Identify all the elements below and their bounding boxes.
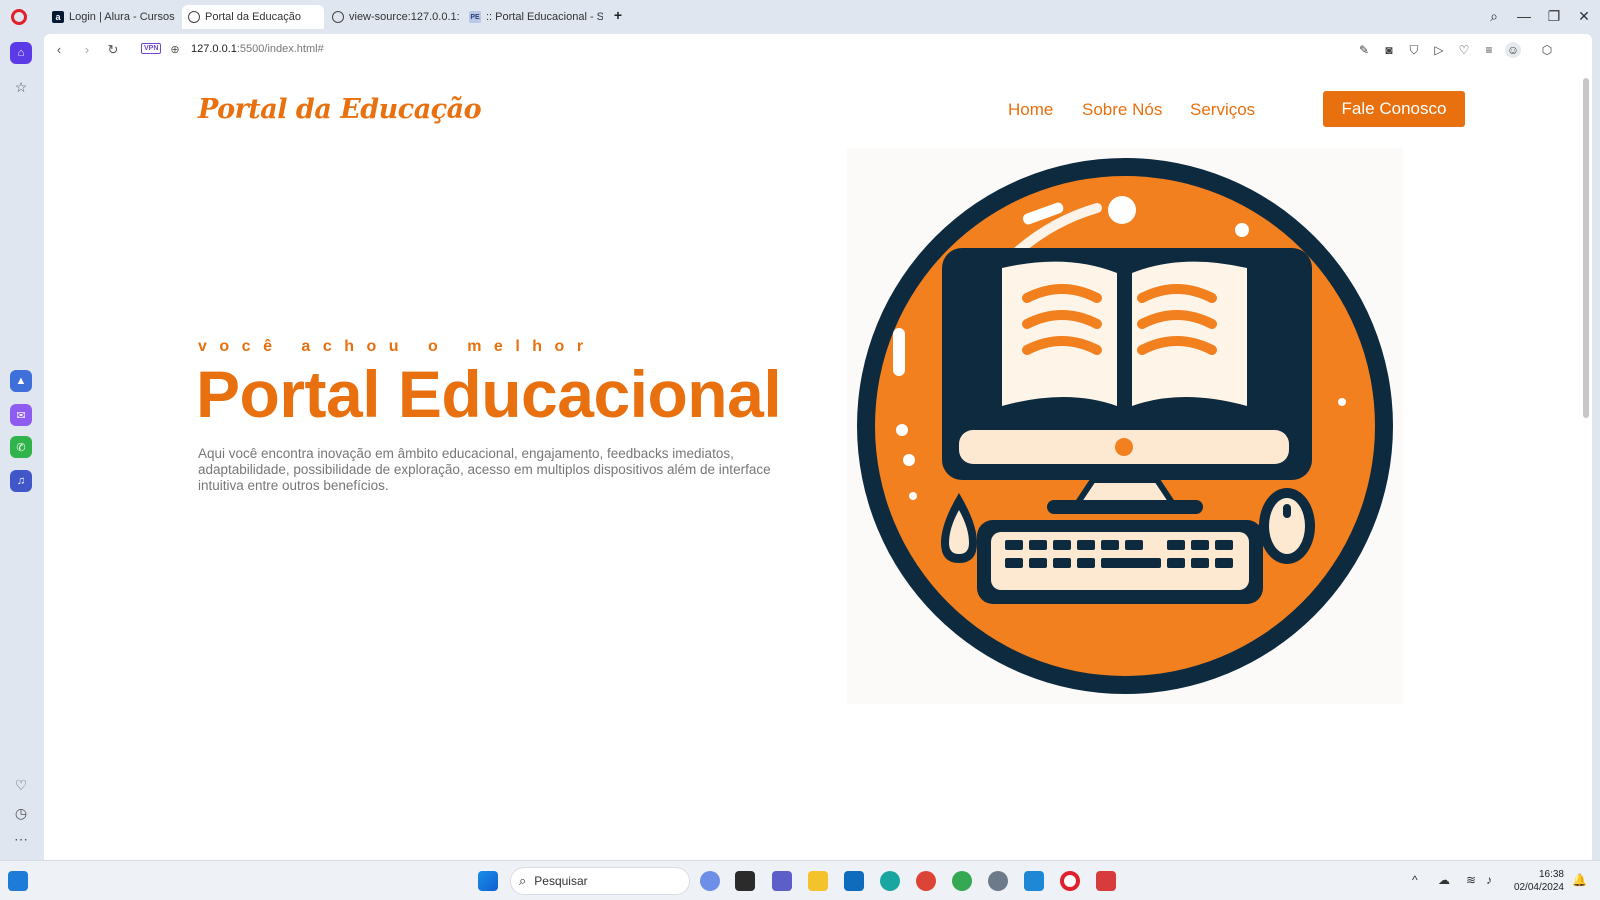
- scrollbar-thumb[interactable]: [1583, 78, 1589, 418]
- new-tab-button[interactable]: +: [611, 8, 625, 22]
- chrome-icon[interactable]: [916, 871, 936, 891]
- aria-icon[interactable]: ▲: [10, 370, 32, 392]
- more-icon[interactable]: ⋯: [10, 828, 32, 850]
- taskbar-search[interactable]: ⌕ Pesquisar: [510, 867, 690, 895]
- snipping-tool-icon[interactable]: [1096, 871, 1116, 891]
- store-icon[interactable]: [844, 871, 864, 891]
- clock-date: 02/04/2024: [1513, 882, 1564, 893]
- camera-icon[interactable]: ◙: [1381, 42, 1397, 58]
- hero-kicker: você achou o melhor: [198, 338, 596, 355]
- history-icon[interactable]: ◷: [10, 802, 32, 824]
- tab-title: Login | Alura - Cursos onl: [69, 11, 176, 23]
- home-icon[interactable]: ⌂: [10, 42, 32, 64]
- volume-icon[interactable]: ♪: [1486, 873, 1492, 887]
- extensions-icon[interactable]: ⬡: [1539, 42, 1555, 58]
- show-hidden-icons-icon[interactable]: ^: [1412, 873, 1418, 887]
- site-info-globe-icon[interactable]: ⊕: [166, 41, 184, 59]
- opera-logo-icon[interactable]: [11, 9, 27, 25]
- settings-icon[interactable]: [988, 871, 1008, 891]
- windows-start-icon[interactable]: [478, 871, 498, 891]
- back-icon[interactable]: ‹: [50, 41, 68, 59]
- messenger-icon[interactable]: ✉: [10, 404, 32, 426]
- bookmarks-heart-icon[interactable]: ♡: [10, 774, 32, 796]
- close-icon[interactable]: ✕: [1575, 7, 1593, 25]
- vpn-badge[interactable]: VPN: [141, 43, 162, 54]
- restore-icon[interactable]: ❐: [1545, 7, 1563, 25]
- tab-strip: a Login | Alura - Cursos onl Portal da E…: [0, 0, 1600, 32]
- page-scrollbar[interactable]: [1580, 66, 1592, 860]
- edit-icon[interactable]: ✎: [1356, 42, 1372, 58]
- tab-title: :: Portal Educacional - Sist: [486, 11, 603, 23]
- shield-icon[interactable]: ⛉: [1406, 42, 1422, 58]
- address-bar: ‹ › ↻ VPN ⊕ 127.0.0.1:5500/index.html# ✎…: [44, 34, 1592, 66]
- terminal-icon[interactable]: [735, 871, 755, 891]
- site-logo[interactable]: Portal da Educação: [198, 94, 482, 125]
- widgets-icon[interactable]: [8, 871, 28, 891]
- portal-icon: PE: [469, 11, 481, 23]
- nav-home[interactable]: Home: [1008, 100, 1053, 120]
- chrome-profile-icon[interactable]: [952, 871, 972, 891]
- url-path: :5500/index.html#: [236, 43, 324, 55]
- opera-sidebar: ⌂ ☆ ▲ ✉ ✆ ♫ ♡ ◷ ⋯: [0, 32, 42, 860]
- tab-portal-educacional-sist[interactable]: PE :: Portal Educacional - Sist: [463, 5, 603, 29]
- wifi-icon[interactable]: ≋: [1466, 873, 1476, 887]
- alura-icon: a: [52, 11, 64, 23]
- vscode-icon[interactable]: [1024, 871, 1044, 891]
- search-tabs-icon[interactable]: ⌕: [1485, 7, 1503, 25]
- hero-title: Portal Educacional: [196, 357, 782, 431]
- cloud-icon[interactable]: ☁: [1438, 873, 1450, 887]
- forward-icon[interactable]: ›: [78, 41, 96, 59]
- tab-view-source[interactable]: view-source:127.0.0.1:550: [326, 5, 460, 29]
- music-player-icon[interactable]: ♫: [10, 470, 32, 492]
- page-viewport: Portal da Educação Home Sobre Nós Serviç…: [44, 66, 1592, 860]
- file-explorer-icon[interactable]: [808, 871, 828, 891]
- taskbar-clock[interactable]: 16:38 02/04/2024: [1514, 868, 1564, 894]
- tab-alura[interactable]: a Login | Alura - Cursos onl: [46, 5, 176, 29]
- heart-icon[interactable]: ♡: [1456, 42, 1472, 58]
- windows-taskbar: ⌕ Pesquisar ^ ☁ ≋ ♪ 16:38 02/04/2024 🔔: [0, 860, 1600, 900]
- hero-description: Aqui você encontra inovação em âmbito ed…: [198, 446, 771, 493]
- tab-title: view-source:127.0.0.1:550: [349, 11, 460, 23]
- globe-icon: [332, 11, 344, 23]
- computer-book-illustration: [847, 148, 1403, 704]
- url-host: 127.0.0.1: [191, 43, 237, 55]
- globe-icon: [188, 11, 200, 23]
- clock-time: 16:38: [1538, 869, 1564, 880]
- copilot-icon[interactable]: [700, 871, 720, 891]
- nav-servicos[interactable]: Serviços: [1190, 100, 1255, 120]
- speed-dial-icon[interactable]: ☆: [10, 76, 32, 98]
- notification-bell-icon[interactable]: 🔔: [1572, 873, 1587, 887]
- search-placeholder: Pesquisar: [534, 874, 588, 888]
- whatsapp-icon[interactable]: ✆: [10, 436, 32, 458]
- reload-icon[interactable]: ↻: [104, 41, 122, 59]
- play-icon[interactable]: ▷: [1431, 42, 1447, 58]
- minimize-icon[interactable]: —: [1515, 7, 1533, 25]
- fale-conosco-button[interactable]: Fale Conosco: [1323, 91, 1465, 127]
- tab-portal-educacao[interactable]: Portal da Educação: [182, 5, 324, 29]
- edge-icon[interactable]: [880, 871, 900, 891]
- nav-sobre-nos[interactable]: Sobre Nós: [1082, 100, 1162, 120]
- tab-title: Portal da Educação: [205, 11, 302, 23]
- profile-icon[interactable]: ☺: [1505, 42, 1521, 58]
- opera-taskbar-icon[interactable]: [1060, 871, 1080, 891]
- teams-icon[interactable]: [772, 871, 792, 891]
- url-field[interactable]: 127.0.0.1:5500/index.html#: [191, 43, 324, 55]
- easy-setup-icon[interactable]: ≡: [1481, 42, 1497, 58]
- search-icon: ⌕: [519, 873, 527, 888]
